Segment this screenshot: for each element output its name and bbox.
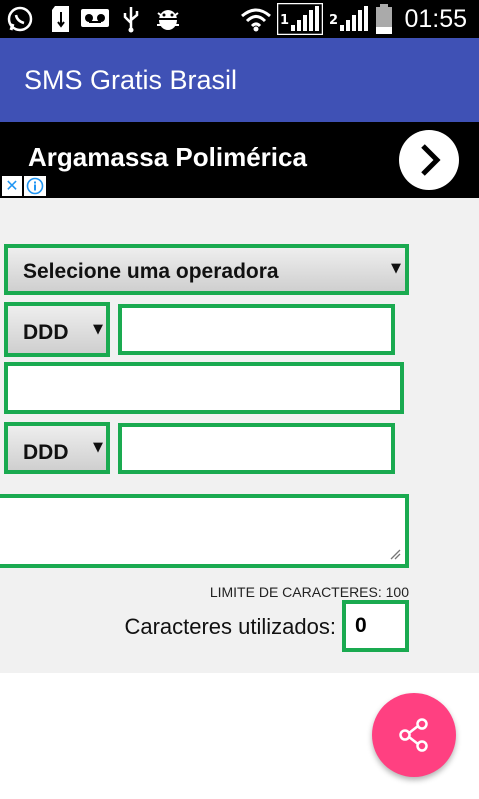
chevron-down-icon: ▼: [391, 261, 401, 276]
chevron-right-icon: [421, 144, 441, 176]
chars-used-counter: 0: [342, 600, 409, 652]
resize-handle-icon[interactable]: [389, 548, 401, 560]
message-textarea[interactable]: [0, 494, 409, 568]
voicemail-icon: [80, 7, 110, 38]
chevron-down-icon: ▼: [93, 322, 103, 337]
char-limit-text: LIMITE DE CARACTERES: 100: [209, 584, 409, 600]
usb-icon: [120, 5, 142, 40]
operator-select-value: Selecione uma operadora: [23, 260, 279, 283]
chars-used-label: Caracteres utilizados:: [124, 614, 336, 639]
android-debug-icon: [154, 5, 182, 40]
clock: 01:55: [404, 5, 467, 33]
wide-input[interactable]: [4, 362, 404, 414]
sms-form: Selecione uma operadora ▼ DDD ▼ DDD ▼ LI…: [0, 198, 479, 673]
ad-banner[interactable]: Argamassa Polimérica ✕: [0, 122, 479, 198]
chars-used-value: 0: [355, 614, 367, 637]
operator-select[interactable]: Selecione uma operadora ▼: [4, 244, 409, 295]
share-fab[interactable]: [372, 693, 456, 777]
signal-sim1-icon: 1: [276, 2, 324, 42]
sim2-label: 2: [329, 13, 339, 28]
ddd-select-2[interactable]: DDD ▼: [4, 422, 110, 474]
app-bar: SMS Gratis Brasil: [0, 38, 479, 122]
sim1-label: 1: [280, 13, 290, 28]
wifi-icon: [240, 6, 272, 39]
ddd-select-1[interactable]: DDD ▼: [4, 302, 110, 357]
app-title: SMS Gratis Brasil: [24, 65, 238, 95]
sd-card-icon: [50, 5, 72, 40]
ad-headline[interactable]: Argamassa Polimérica: [28, 142, 307, 172]
battery-icon: [374, 3, 394, 42]
ddd-select-1-value: DDD: [23, 321, 69, 344]
status-bar: 1 2 01:55: [0, 0, 479, 38]
signal-sim2-icon: 2: [326, 3, 370, 42]
ad-arrow-button[interactable]: [399, 130, 459, 190]
chevron-down-icon: ▼: [93, 440, 103, 455]
phone-input-1[interactable]: [118, 304, 395, 355]
whatsapp-icon: [6, 5, 34, 40]
ad-close-icon[interactable]: ✕: [2, 176, 22, 196]
share-icon: [399, 718, 428, 752]
ddd-select-2-value: DDD: [23, 441, 69, 464]
phone-input-2[interactable]: [118, 423, 395, 474]
ad-info-icon[interactable]: [24, 176, 46, 196]
